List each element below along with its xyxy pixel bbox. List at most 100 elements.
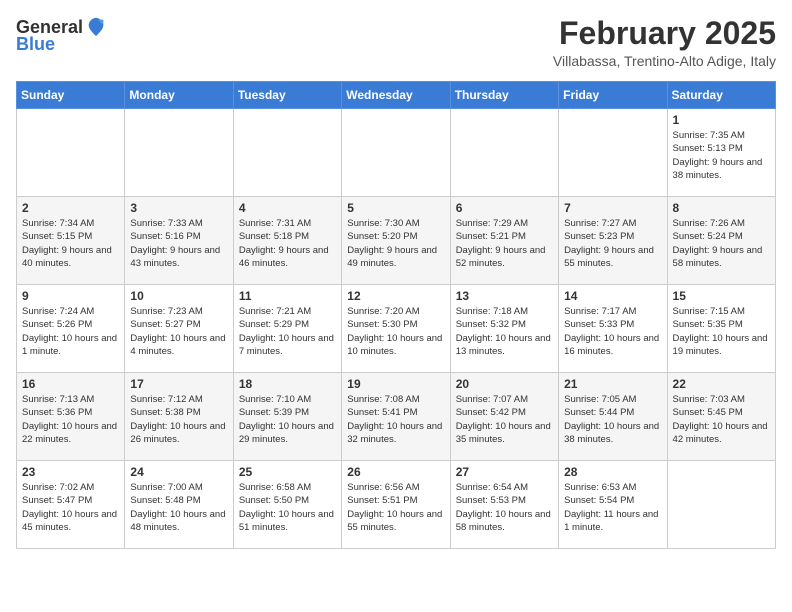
day-info: Sunrise: 7:20 AM Sunset: 5:30 PM Dayligh…	[347, 305, 444, 358]
day-info: Sunrise: 7:23 AM Sunset: 5:27 PM Dayligh…	[130, 305, 227, 358]
day-number: 23	[22, 465, 119, 479]
calendar-cell: 23 Sunrise: 7:02 AM Sunset: 5:47 PM Dayli…	[17, 461, 125, 549]
calendar-cell: 12 Sunrise: 7:20 AM Sunset: 5:30 PM Dayli…	[342, 285, 450, 373]
weekday-header: Sunday	[17, 82, 125, 109]
day-number: 14	[564, 289, 661, 303]
calendar-cell: 22 Sunrise: 7:03 AM Sunset: 5:45 PM Dayli…	[667, 373, 775, 461]
calendar-week-row: 1 Sunrise: 7:35 AM Sunset: 5:13 PM Daylig…	[17, 109, 776, 197]
calendar-cell: 9Sunrise: 7:24 AM Sunset: 5:26 PM Daylig…	[17, 285, 125, 373]
calendar-cell: 5 Sunrise: 7:30 AM Sunset: 5:20 PM Daylig…	[342, 197, 450, 285]
day-info: Sunrise: 7:15 AM Sunset: 5:35 PM Dayligh…	[673, 305, 770, 358]
calendar-cell: 14 Sunrise: 7:17 AM Sunset: 5:33 PM Dayli…	[559, 285, 667, 373]
calendar-cell: 6 Sunrise: 7:29 AM Sunset: 5:21 PM Daylig…	[450, 197, 558, 285]
calendar-cell	[450, 109, 558, 197]
calendar-cell: 24 Sunrise: 7:00 AM Sunset: 5:48 PM Dayli…	[125, 461, 233, 549]
main-title: February 2025	[553, 16, 776, 51]
header: General Blue February 2025 Villabassa, T…	[16, 16, 776, 69]
calendar-cell	[667, 461, 775, 549]
calendar-cell: 4 Sunrise: 7:31 AM Sunset: 5:18 PM Daylig…	[233, 197, 341, 285]
calendar-cell: 3 Sunrise: 7:33 AM Sunset: 5:16 PM Daylig…	[125, 197, 233, 285]
calendar-cell	[17, 109, 125, 197]
calendar-week-row: 2 Sunrise: 7:34 AM Sunset: 5:15 PM Daylig…	[17, 197, 776, 285]
day-number: 5	[347, 201, 444, 215]
calendar-cell: 20 Sunrise: 7:07 AM Sunset: 5:42 PM Dayli…	[450, 373, 558, 461]
day-number: 22	[673, 377, 770, 391]
calendar-cell: 17 Sunrise: 7:12 AM Sunset: 5:38 PM Dayli…	[125, 373, 233, 461]
day-info: Sunrise: 7:07 AM Sunset: 5:42 PM Dayligh…	[456, 393, 553, 446]
weekday-header-row: SundayMondayTuesdayWednesdayThursdayFrid…	[17, 82, 776, 109]
day-number: 26	[347, 465, 444, 479]
day-info: Sunrise: 7:12 AM Sunset: 5:38 PM Dayligh…	[130, 393, 227, 446]
day-number: 21	[564, 377, 661, 391]
weekday-header: Thursday	[450, 82, 558, 109]
calendar-cell	[559, 109, 667, 197]
subtitle: Villabassa, Trentino-Alto Adige, Italy	[553, 53, 776, 69]
day-number: 28	[564, 465, 661, 479]
calendar-cell: 25 Sunrise: 6:58 AM Sunset: 5:50 PM Dayli…	[233, 461, 341, 549]
calendar-cell: 2 Sunrise: 7:34 AM Sunset: 5:15 PM Daylig…	[17, 197, 125, 285]
day-number: 24	[130, 465, 227, 479]
day-number: 10	[130, 289, 227, 303]
weekday-header: Tuesday	[233, 82, 341, 109]
calendar-week-row: 23 Sunrise: 7:02 AM Sunset: 5:47 PM Dayli…	[17, 461, 776, 549]
day-info: Sunrise: 7:00 AM Sunset: 5:48 PM Dayligh…	[130, 481, 227, 534]
calendar-cell: 11 Sunrise: 7:21 AM Sunset: 5:29 PM Dayli…	[233, 285, 341, 373]
day-info: Sunrise: 6:56 AM Sunset: 5:51 PM Dayligh…	[347, 481, 444, 534]
calendar-cell: 15 Sunrise: 7:15 AM Sunset: 5:35 PM Dayli…	[667, 285, 775, 373]
day-info: Sunrise: 7:21 AM Sunset: 5:29 PM Dayligh…	[239, 305, 336, 358]
calendar-cell: 19Sunrise: 7:08 AM Sunset: 5:41 PM Dayli…	[342, 373, 450, 461]
logo-icon	[85, 16, 107, 38]
day-info: Sunrise: 7:26 AM Sunset: 5:24 PM Dayligh…	[673, 217, 770, 270]
day-number: 18	[239, 377, 336, 391]
calendar-cell: 16Sunrise: 7:13 AM Sunset: 5:36 PM Dayli…	[17, 373, 125, 461]
day-number: 1	[673, 113, 770, 127]
calendar-cell: 27Sunrise: 6:54 AM Sunset: 5:53 PM Dayli…	[450, 461, 558, 549]
day-number: 15	[673, 289, 770, 303]
day-info: Sunrise: 7:03 AM Sunset: 5:45 PM Dayligh…	[673, 393, 770, 446]
calendar-cell	[342, 109, 450, 197]
day-number: 8	[673, 201, 770, 215]
weekday-header: Saturday	[667, 82, 775, 109]
day-info: Sunrise: 7:35 AM Sunset: 5:13 PM Dayligh…	[673, 129, 770, 182]
day-number: 16	[22, 377, 119, 391]
day-number: 17	[130, 377, 227, 391]
day-info: Sunrise: 7:02 AM Sunset: 5:47 PM Dayligh…	[22, 481, 119, 534]
day-info: Sunrise: 7:27 AM Sunset: 5:23 PM Dayligh…	[564, 217, 661, 270]
day-number: 6	[456, 201, 553, 215]
day-number: 7	[564, 201, 661, 215]
day-number: 2	[22, 201, 119, 215]
calendar-cell: 28Sunrise: 6:53 AM Sunset: 5:54 PM Dayli…	[559, 461, 667, 549]
day-info: Sunrise: 7:29 AM Sunset: 5:21 PM Dayligh…	[456, 217, 553, 270]
calendar-cell: 21Sunrise: 7:05 AM Sunset: 5:44 PM Dayli…	[559, 373, 667, 461]
calendar-cell	[233, 109, 341, 197]
calendar-cell	[125, 109, 233, 197]
weekday-header: Friday	[559, 82, 667, 109]
day-info: Sunrise: 7:24 AM Sunset: 5:26 PM Dayligh…	[22, 305, 119, 358]
day-info: Sunrise: 7:08 AM Sunset: 5:41 PM Dayligh…	[347, 393, 444, 446]
day-info: Sunrise: 7:34 AM Sunset: 5:15 PM Dayligh…	[22, 217, 119, 270]
title-block: February 2025 Villabassa, Trentino-Alto …	[553, 16, 776, 69]
day-info: Sunrise: 6:58 AM Sunset: 5:50 PM Dayligh…	[239, 481, 336, 534]
day-number: 4	[239, 201, 336, 215]
day-info: Sunrise: 7:33 AM Sunset: 5:16 PM Dayligh…	[130, 217, 227, 270]
day-number: 3	[130, 201, 227, 215]
calendar-cell: 18 Sunrise: 7:10 AM Sunset: 5:39 PM Dayli…	[233, 373, 341, 461]
calendar: SundayMondayTuesdayWednesdayThursdayFrid…	[16, 81, 776, 549]
calendar-cell: 1 Sunrise: 7:35 AM Sunset: 5:13 PM Daylig…	[667, 109, 775, 197]
day-info: Sunrise: 7:30 AM Sunset: 5:20 PM Dayligh…	[347, 217, 444, 270]
calendar-cell: 10 Sunrise: 7:23 AM Sunset: 5:27 PM Dayli…	[125, 285, 233, 373]
day-number: 11	[239, 289, 336, 303]
day-number: 20	[456, 377, 553, 391]
day-info: Sunrise: 7:17 AM Sunset: 5:33 PM Dayligh…	[564, 305, 661, 358]
day-info: Sunrise: 7:10 AM Sunset: 5:39 PM Dayligh…	[239, 393, 336, 446]
day-info: Sunrise: 7:18 AM Sunset: 5:32 PM Dayligh…	[456, 305, 553, 358]
day-number: 12	[347, 289, 444, 303]
logo: General Blue	[16, 16, 107, 55]
calendar-week-row: 16Sunrise: 7:13 AM Sunset: 5:36 PM Dayli…	[17, 373, 776, 461]
calendar-cell: 7 Sunrise: 7:27 AM Sunset: 5:23 PM Daylig…	[559, 197, 667, 285]
calendar-cell: 26 Sunrise: 6:56 AM Sunset: 5:51 PM Dayli…	[342, 461, 450, 549]
day-number: 25	[239, 465, 336, 479]
day-number: 13	[456, 289, 553, 303]
day-info: Sunrise: 7:31 AM Sunset: 5:18 PM Dayligh…	[239, 217, 336, 270]
calendar-week-row: 9Sunrise: 7:24 AM Sunset: 5:26 PM Daylig…	[17, 285, 776, 373]
